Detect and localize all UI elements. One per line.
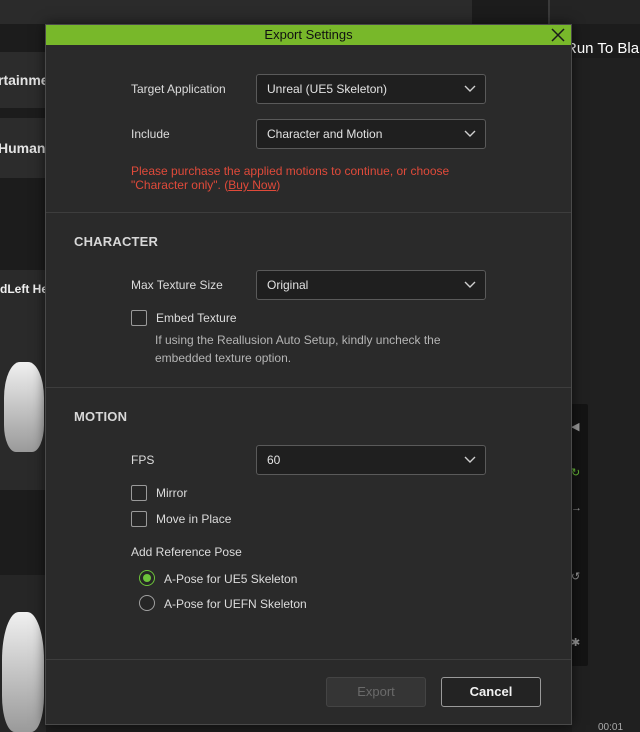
radio-a-pose-uefn[interactable] [139, 595, 155, 611]
background-toolstrip [570, 404, 588, 666]
background-toolbar [0, 0, 472, 24]
move-in-place-checkbox[interactable] [131, 511, 147, 527]
chevron-down-icon [464, 130, 476, 137]
max-texture-size-label: Max Texture Size [131, 278, 223, 292]
motion-section-title: MOTION [74, 409, 128, 424]
background-card[interactable]: Human [0, 118, 46, 178]
radio-a-pose-uefn-label: A-Pose for UEFN Skeleton [164, 597, 307, 611]
character-thumbnail [4, 362, 44, 452]
move-in-place-label: Move in Place [156, 512, 232, 526]
include-label: Include [131, 127, 170, 141]
settings-icon[interactable]: ✱ [571, 636, 580, 649]
embed-texture-checkbox[interactable] [131, 310, 147, 326]
background-card[interactable]: rtainme [0, 52, 46, 108]
background-motion-label: dLeft He [0, 282, 46, 296]
close-button[interactable] [549, 26, 567, 44]
export-settings-dialog: Export Settings Target Application Unrea… [45, 24, 572, 725]
fps-value: 60 [267, 453, 281, 467]
character-thumbnail [2, 612, 44, 732]
footer-divider [46, 659, 571, 660]
mirror-label: Mirror [156, 486, 188, 500]
radio-a-pose-ue5[interactable] [139, 570, 155, 586]
export-button[interactable]: Export [326, 677, 426, 707]
include-dropdown[interactable]: Character and Motion [256, 119, 486, 149]
fps-dropdown[interactable]: 60 [256, 445, 486, 475]
play-back-icon[interactable]: ◀ [571, 420, 579, 433]
fps-label: FPS [131, 453, 155, 467]
dialog-title: Export Settings [264, 27, 353, 42]
background-motion-title: Run To Bla [566, 40, 640, 57]
chevron-down-icon [464, 456, 476, 463]
purchase-warning: Please purchase the applied motions to c… [131, 164, 481, 192]
arrow-right-icon[interactable]: → [571, 502, 582, 514]
mirror-checkbox[interactable] [131, 485, 147, 501]
close-icon [551, 28, 565, 42]
purchase-warning-suffix: ) [276, 178, 281, 192]
target-application-dropdown[interactable]: Unreal (UE5 Skeleton) [256, 74, 486, 104]
section-divider [46, 212, 571, 213]
background-toolbar-right [548, 0, 640, 24]
background-card-label: Human [0, 140, 46, 156]
character-section-title: CHARACTER [74, 234, 159, 249]
embed-texture-hint: If using the Reallusion Auto Setup, kind… [155, 333, 441, 365]
target-application-label: Target Application [131, 82, 226, 96]
buy-now-link[interactable]: Buy Now [228, 178, 276, 192]
dialog-titlebar[interactable]: Export Settings [46, 25, 571, 45]
background-card-label: rtainme [0, 72, 46, 88]
target-application-value: Unreal (UE5 Skeleton) [267, 82, 388, 96]
cancel-button[interactable]: Cancel [441, 677, 541, 707]
chevron-down-icon [464, 85, 476, 92]
purchase-warning-text: Please purchase the applied motions to c… [131, 164, 450, 192]
max-texture-size-value: Original [267, 278, 309, 292]
embed-texture-label: Embed Texture [156, 311, 237, 325]
radio-a-pose-ue5-label: A-Pose for UE5 Skeleton [164, 572, 298, 586]
chevron-down-icon [464, 281, 476, 288]
rotate-icon[interactable]: ↺ [571, 570, 580, 583]
max-texture-size-dropdown[interactable]: Original [256, 270, 486, 300]
reference-pose-label: Add Reference Pose [131, 545, 242, 559]
section-divider [46, 387, 571, 388]
loop-icon[interactable]: ↻ [571, 466, 580, 479]
background-timecode: 00:01 [598, 722, 624, 732]
include-value: Character and Motion [267, 127, 383, 141]
